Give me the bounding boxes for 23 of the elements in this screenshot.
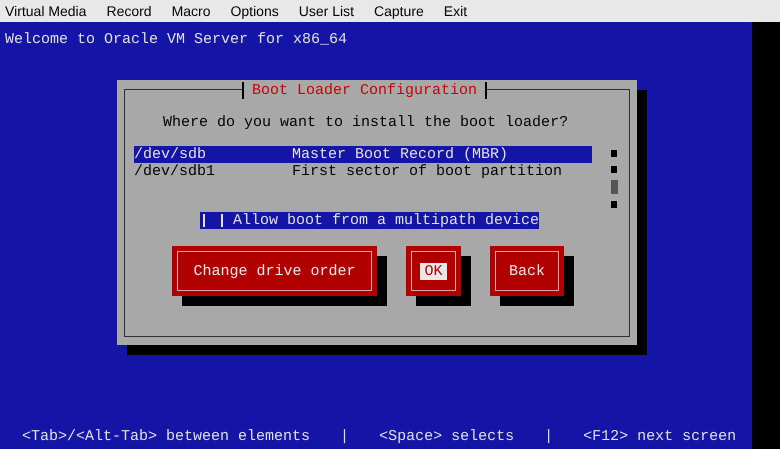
dialog-button[interactable]: OK	[406, 246, 461, 296]
key-hint: <Space> selects	[379, 428, 514, 445]
menu-item[interactable]: Capture	[374, 0, 424, 22]
separator-text: |	[340, 428, 350, 445]
menu-item[interactable]: Virtual Media	[5, 0, 86, 22]
key-hint: <Tab>/<Alt-Tab> between elements	[22, 428, 310, 445]
welcome-text: Welcome to Oracle VM Server for x86_64	[5, 31, 348, 48]
dialog-title: Boot Loader Configuration	[242, 82, 488, 99]
separator-text: |	[544, 428, 554, 445]
menu-item[interactable]: Record	[106, 0, 152, 22]
boot-target-row[interactable]: /dev/sdb1 First sector of boot partition	[134, 163, 592, 180]
menu-item[interactable]: Exit	[444, 0, 468, 22]
key-hint: <F12> next screen	[583, 428, 736, 445]
menu-item[interactable]: Macro	[172, 0, 210, 22]
scrollbar-drawing	[611, 150, 618, 208]
checkbox-brackets-icon	[203, 214, 223, 227]
boot-target-row[interactable]: /dev/sdb Master Boot Record (MBR)	[134, 146, 592, 163]
menu-item[interactable]: User List	[298, 0, 354, 22]
menu-item[interactable]: Options	[230, 0, 279, 22]
prompt-text: Where do you want to install the boot loader?	[163, 114, 568, 131]
dialog-button[interactable]: Back	[490, 246, 564, 296]
multipath-checkbox[interactable]: Allow boot from a multipath device	[200, 212, 540, 229]
dialog-button[interactable]: Change drive order	[172, 246, 377, 296]
